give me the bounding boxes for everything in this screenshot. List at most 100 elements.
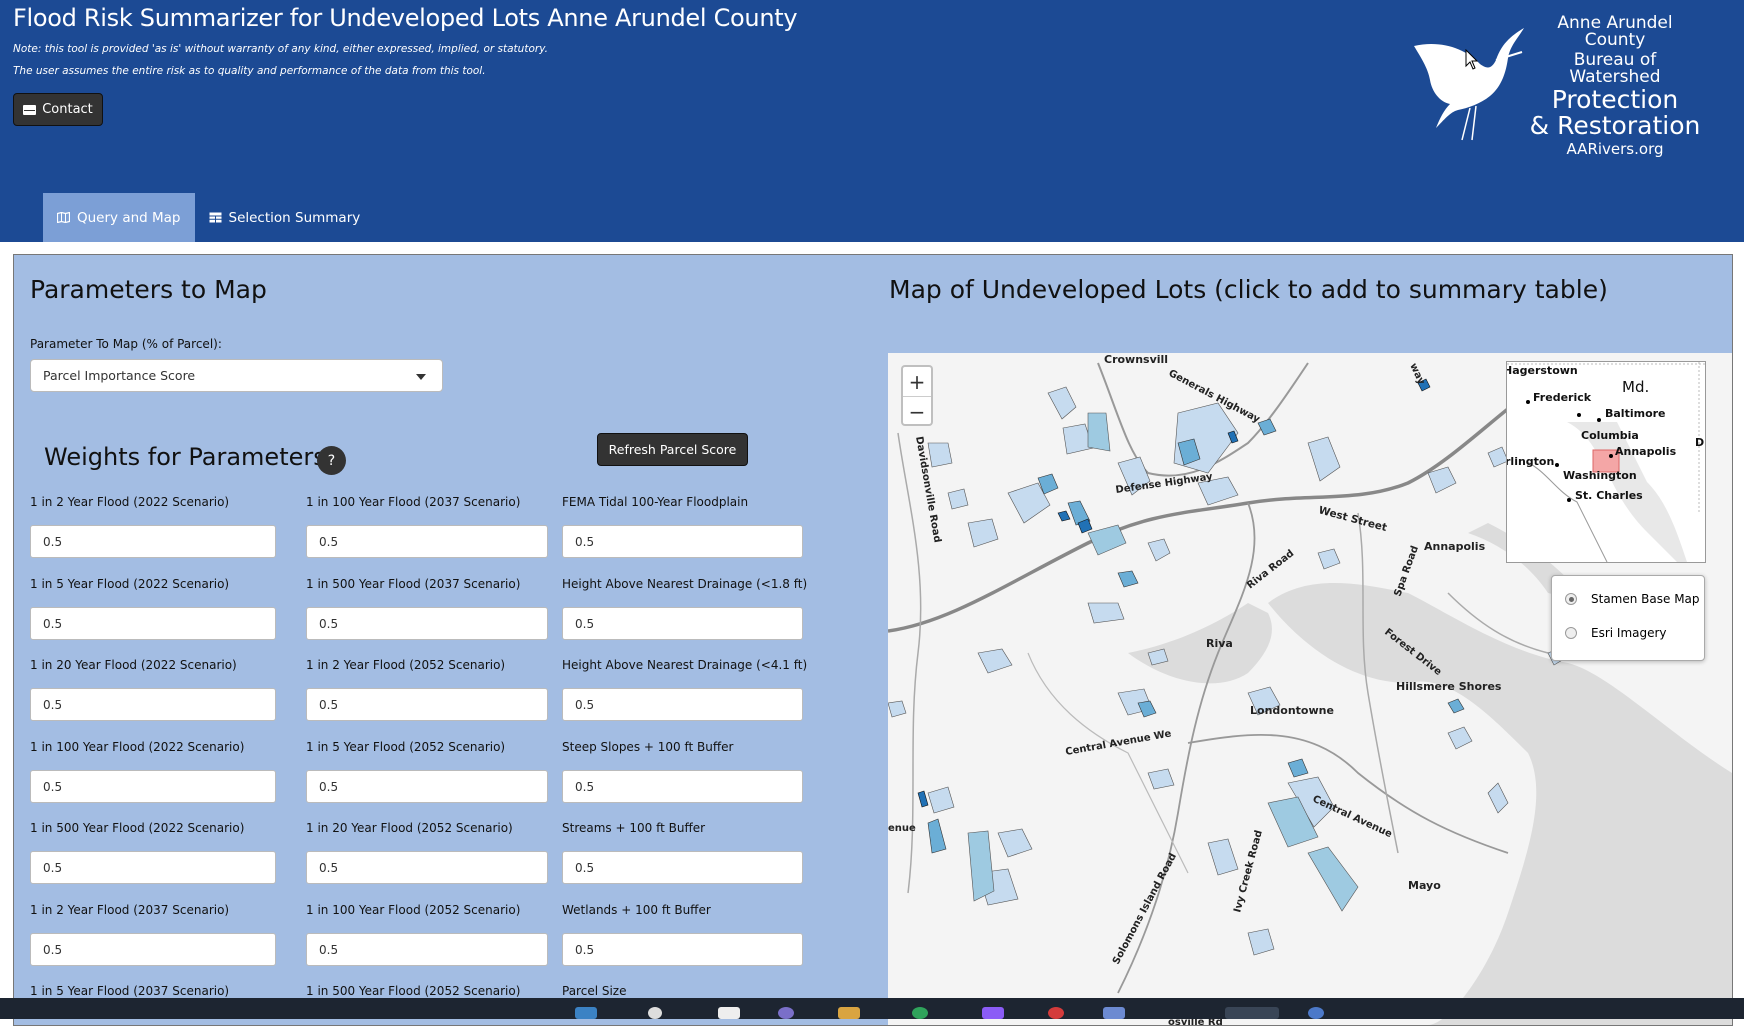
layer-option-stamen[interactable]: Stamen Base Map (1565, 592, 1700, 606)
layer-label: Esri Imagery (1591, 626, 1667, 640)
layer-option-esri[interactable]: Esri Imagery (1565, 626, 1667, 640)
weight-input[interactable] (306, 933, 548, 966)
heron-icon (1414, 28, 1524, 141)
weight-label: Height Above Nearest Drainage (<4.1 ft) (562, 658, 808, 672)
contact-label: Contact (42, 102, 93, 117)
app-header: Flood Risk Summarizer for Undeveloped Lo… (0, 0, 1744, 242)
minimap-label: Frederick (1533, 391, 1592, 404)
weight-input[interactable] (30, 525, 276, 558)
app-title: Flood Risk Summarizer for Undeveloped Lo… (13, 4, 798, 32)
map-label: Annapolis (1424, 540, 1486, 553)
minimap-label: St. Charles (1575, 489, 1643, 502)
app-icon[interactable] (982, 1007, 1004, 1019)
radio-selected-icon[interactable] (1565, 593, 1577, 605)
county-logo: Anne Arundel County Bureau of Watershed … (1410, 12, 1710, 157)
zoom-control: + − (901, 365, 933, 426)
weight-label: 1 in 2 Year Flood (2052 Scenario) (306, 658, 506, 672)
app-icon[interactable] (648, 1007, 662, 1019)
zoom-out-button[interactable]: − (903, 396, 931, 426)
logo-line-1: Anne Arundel County (1557, 13, 1673, 50)
weights-title: Weights for Parameters (44, 443, 326, 471)
weight-label: 1 in 500 Year Flood (2022 Scenario) (30, 821, 245, 835)
weight-input[interactable] (30, 933, 276, 966)
weight-input[interactable] (30, 607, 276, 640)
minimap-label: Hagerstown (1507, 364, 1578, 377)
weight-label: Wetlands + 100 ft Buffer (562, 903, 711, 917)
weight-input[interactable] (306, 851, 548, 884)
weight-input[interactable] (562, 525, 803, 558)
app-icon[interactable] (912, 1007, 928, 1019)
weight-label: 1 in 100 Year Flood (2037 Scenario) (306, 495, 521, 509)
tab-query-and-map[interactable]: Query and Map (43, 193, 195, 242)
weight-input[interactable] (562, 688, 803, 721)
weight-label: 1 in 20 Year Flood (2022 Scenario) (30, 658, 237, 672)
app-icon[interactable] (1048, 1007, 1064, 1019)
weight-input[interactable] (562, 933, 803, 966)
minimap-label: Annapolis (1615, 445, 1677, 458)
weight-input[interactable] (306, 525, 548, 558)
minimap-label: Md. (1622, 378, 1649, 396)
help-button[interactable]: ? (317, 446, 346, 475)
chevron-down-icon (416, 374, 426, 380)
weight-label: Streams + 100 ft Buffer (562, 821, 706, 835)
app-icon[interactable] (718, 1007, 740, 1019)
weight-label: 1 in 100 Year Flood (2022 Scenario) (30, 740, 245, 754)
weight-input[interactable] (30, 851, 276, 884)
minimap-label: Columbia (1581, 429, 1639, 442)
parameter-select-value: Parcel Importance Score (43, 368, 196, 383)
map-label: Londontowne (1250, 704, 1334, 717)
logo-line-2: Bureau of Watershed (1569, 50, 1661, 87)
weight-label: 1 in 500 Year Flood (2037 Scenario) (306, 577, 521, 591)
weight-label: Height Above Nearest Drainage (<1.8 ft) (562, 577, 808, 591)
logo-line-5: AARivers.org (1566, 140, 1664, 158)
mouse-cursor-icon (1465, 49, 1479, 70)
zoom-in-button[interactable]: + (903, 367, 931, 396)
table-icon (209, 212, 221, 223)
radio-icon[interactable] (1565, 627, 1577, 639)
map-label: Crownsvill (1104, 353, 1168, 366)
weight-input[interactable] (30, 770, 276, 803)
contact-button[interactable]: Contact (13, 93, 103, 126)
weight-input[interactable] (306, 607, 548, 640)
minimap-label: D (1695, 436, 1704, 449)
map-label: Central Avenue We (1065, 728, 1173, 757)
minimap-label: rlington (1507, 455, 1554, 468)
app-icon[interactable] (1308, 1007, 1324, 1019)
os-taskbar (0, 998, 1744, 1019)
logo-line-3: Protection (1551, 85, 1679, 114)
layer-label: Stamen Base Map (1591, 592, 1700, 606)
logo-line-4: & Restoration (1529, 111, 1701, 140)
parameters-title: Parameters to Map (30, 275, 267, 304)
weight-input[interactable] (306, 688, 548, 721)
map-label: Hillsmere Shores (1396, 680, 1502, 693)
weight-input[interactable] (306, 770, 548, 803)
disclaimer-line-2: The user assumes the entire risk as to q… (13, 65, 486, 77)
app-icon[interactable] (1225, 1007, 1279, 1019)
map-label: Riva (1206, 637, 1233, 650)
parameter-select[interactable]: Parcel Importance Score (30, 359, 443, 392)
weight-label: 1 in 5 Year Flood (2022 Scenario) (30, 577, 230, 591)
app-icon[interactable] (575, 1007, 597, 1019)
weight-input[interactable] (562, 770, 803, 803)
weight-label: 1 in 500 Year Flood (2052 Scenario) (306, 984, 521, 998)
app-icon[interactable] (1103, 1007, 1125, 1019)
tab-selection-summary[interactable]: Selection Summary (195, 193, 375, 242)
weight-label: FEMA Tidal 100-Year Floodplain (562, 495, 749, 509)
weight-input[interactable] (562, 851, 803, 884)
parcel-map[interactable]: Crownsvill Generals Highway Davidsonvill… (888, 353, 1732, 1025)
map-icon (57, 212, 70, 223)
minimap-label: Washington (1563, 469, 1637, 482)
app-icon[interactable] (778, 1007, 794, 1019)
minimap-canvas[interactable]: Hagerstown Frederick Md. Baltimore Colum… (1507, 362, 1705, 562)
layer-control: Stamen Base Map Esri Imagery (1551, 575, 1705, 661)
disclaimer-line-1: Note: this tool is provided 'as is' with… (13, 43, 548, 55)
logo-text: Anne Arundel County Bureau of Watershed … (1526, 12, 1704, 157)
refresh-parcel-score-button[interactable]: Refresh Parcel Score (597, 433, 748, 466)
app-icon[interactable] (838, 1007, 860, 1019)
overview-minimap[interactable]: Hagerstown Frederick Md. Baltimore Colum… (1506, 361, 1706, 563)
weight-input[interactable] (30, 688, 276, 721)
weight-input[interactable] (562, 607, 803, 640)
weight-label: Parcel Size (562, 984, 627, 998)
weight-label: 1 in 2 Year Flood (2022 Scenario) (30, 495, 230, 509)
map-label: enue (888, 823, 916, 834)
